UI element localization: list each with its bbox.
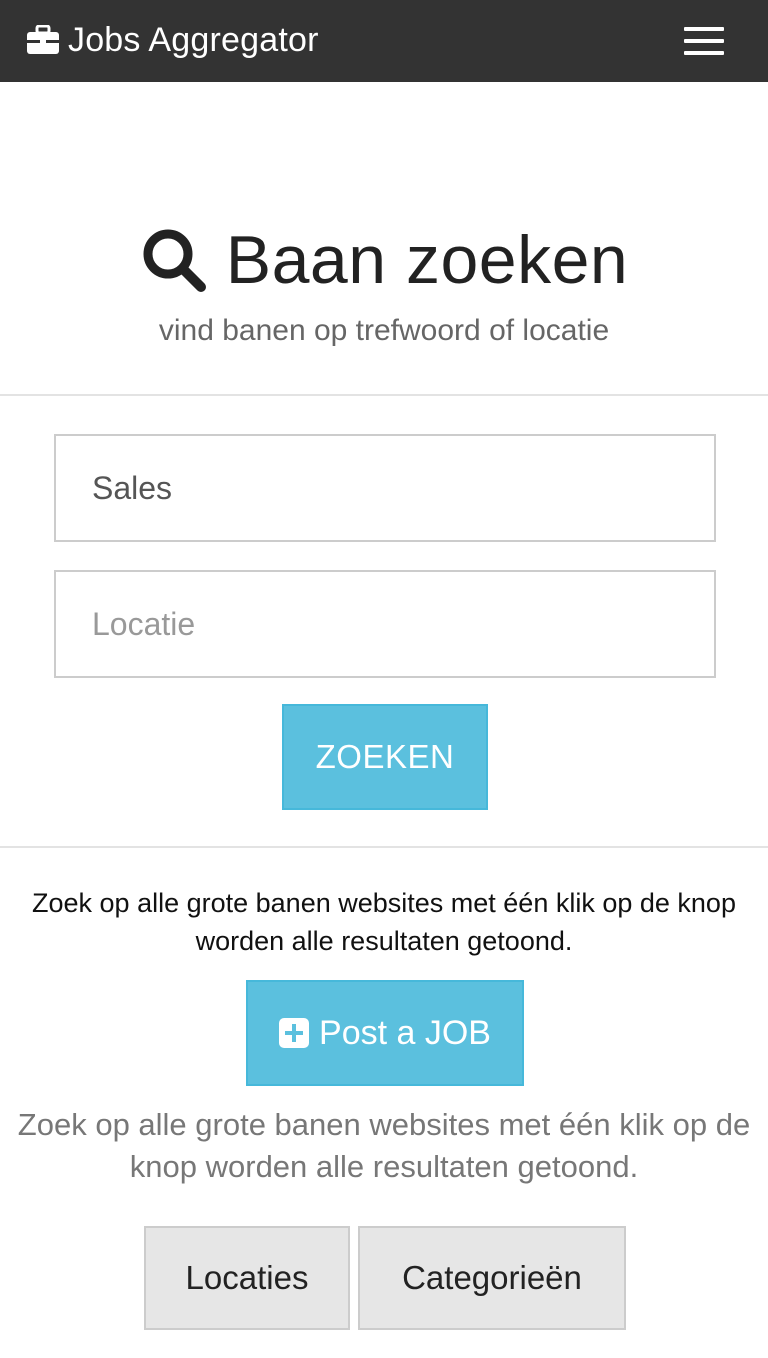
locations-button[interactable]: Locaties <box>144 1226 350 1330</box>
navbar: Jobs Aggregator <box>0 0 768 82</box>
briefcase-icon <box>26 24 60 55</box>
info-text-secondary: Zoek op alle grote banen websites met éé… <box>17 1107 751 1184</box>
divider <box>0 846 768 848</box>
location-input[interactable] <box>54 570 716 678</box>
page-subtitle: vind banen op trefwoord of locatie <box>158 314 610 347</box>
hero-section: Baan zoeken vind banen op trefwoord of l… <box>0 82 768 394</box>
page-title-text: Baan zoeken <box>225 222 629 298</box>
divider <box>0 394 768 396</box>
keyword-input[interactable] <box>54 434 716 542</box>
info-text: Zoek op alle grote banen websites met éé… <box>32 888 736 956</box>
post-job-button[interactable]: Post a JOB <box>246 980 524 1086</box>
categories-button[interactable]: Categorieën <box>358 1226 626 1330</box>
search-icon <box>140 226 208 294</box>
hamburger-menu-icon[interactable] <box>684 27 724 55</box>
post-job-label: Post a JOB <box>319 1013 491 1052</box>
brand-title: Jobs Aggregator <box>68 20 319 59</box>
brand-link[interactable]: Jobs Aggregator <box>26 18 319 62</box>
plus-square-icon <box>279 1018 310 1048</box>
search-button[interactable]: ZOEKEN <box>282 704 488 810</box>
page-title: Baan zoeken <box>0 220 768 300</box>
